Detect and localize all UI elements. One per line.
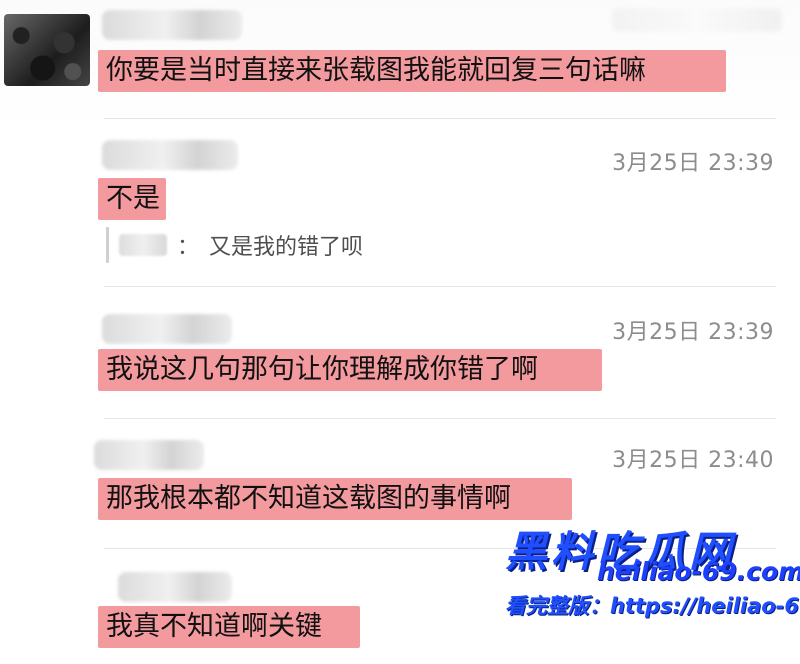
message-3[interactable]: 我说这几句那句让你理解成你错了啊	[98, 349, 602, 391]
redacted-sender-name	[102, 314, 232, 344]
message-2[interactable]: 不是	[98, 178, 166, 220]
timestamp: 3月25日 23:40	[612, 448, 774, 473]
redacted-sender-name	[102, 10, 242, 40]
avatar[interactable]	[4, 14, 90, 86]
message-4[interactable]: 那我根本都不知道这载图的事情啊	[98, 478, 572, 520]
chat-screenshot: 你要是当时直接来张载图我能就回复三句话嘛 3月25日 23:39 不是 ： 又是…	[0, 0, 800, 664]
reply-bar	[106, 227, 109, 263]
redacted-sender-name	[118, 572, 232, 602]
timestamp: 3月25日 23:39	[612, 151, 774, 176]
reply-separator: ：	[177, 235, 200, 260]
divider	[104, 118, 776, 119]
reply-preview[interactable]: ： 又是我的错了呗	[106, 226, 363, 264]
redacted-reply-author	[119, 234, 167, 256]
divider	[104, 418, 776, 419]
redacted-sender-name	[94, 440, 204, 470]
watermark-link[interactable]: 看完整版：https://heiliao-69.com	[505, 590, 800, 620]
reply-preview-text: 又是我的错了呗	[209, 235, 364, 260]
redacted-header-text	[612, 8, 782, 32]
redacted-sender-name	[102, 140, 238, 170]
message-5[interactable]: 我真不知道啊关键	[98, 606, 360, 648]
timestamp: 3月25日 23:39	[612, 320, 774, 345]
watermark: 黑料吃瓜网 heiliao-69.com 看完整版：https://heilia…	[505, 518, 800, 658]
watermark-domain: heiliao-69.com	[597, 557, 800, 586]
message-1[interactable]: 你要是当时直接来张载图我能就回复三句话嘛	[98, 50, 726, 92]
divider	[104, 286, 776, 287]
